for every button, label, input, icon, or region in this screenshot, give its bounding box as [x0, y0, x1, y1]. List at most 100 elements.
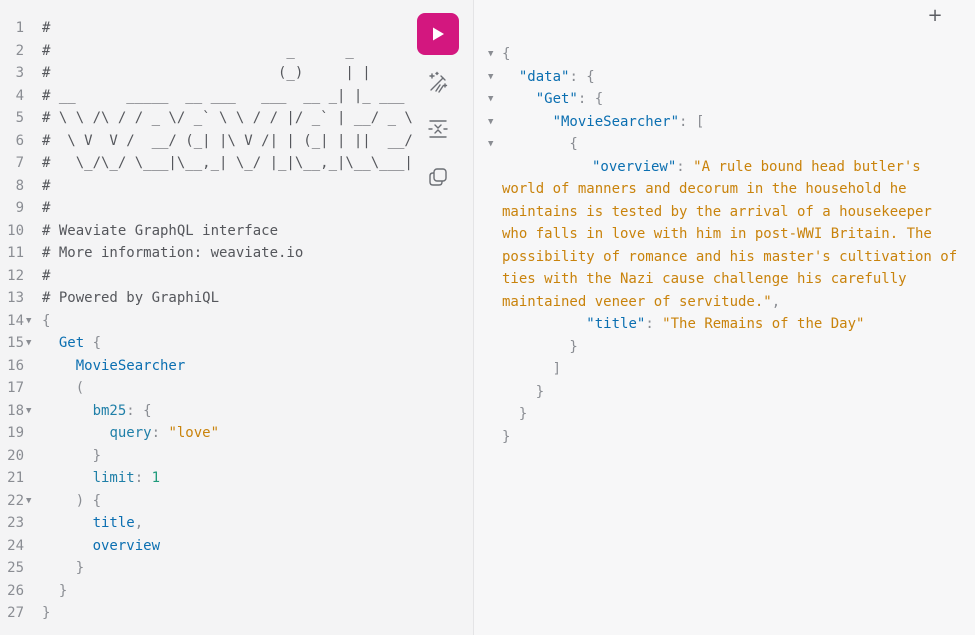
- result-line-code: "MovieSearcher": [: [502, 111, 705, 134]
- editor-line[interactable]: 8 #: [0, 175, 420, 198]
- query-editor-pane[interactable]: 1 #2 # _ _ 3 # (_) | | 4 # __ _____ __ ___ ___…: [0, 0, 474, 635]
- fold-toggle-icon[interactable]: ▼: [488, 133, 493, 156]
- code-token: 1: [151, 470, 161, 486]
- fold-toggle-icon[interactable]: ▼: [488, 43, 493, 66]
- result-line-code: }: [502, 336, 578, 359]
- json-token: : {: [569, 68, 595, 85]
- copy-query-button[interactable]: [421, 160, 455, 194]
- fold-toggle-icon[interactable]: ▼: [488, 88, 493, 111]
- result-line: }: [474, 336, 975, 359]
- editor-line[interactable]: 5 # \ \ /\ / / _ \/ _` \ \ / / |/ _` | __…: [0, 107, 420, 130]
- fold-toggle-icon[interactable]: ▼: [488, 111, 493, 134]
- line-code: # Powered by GraphiQL: [42, 287, 219, 310]
- code-token: : {: [126, 402, 152, 419]
- json-token: "data": [518, 68, 570, 85]
- result-viewer[interactable]: ▼{▼ "data": {▼ "Get": {▼ "MovieSearcher"…: [474, 43, 975, 448]
- line-code: query: "love": [42, 422, 219, 445]
- line-code: # \_/\_/ \___|\__,_| \_/ |_|\__,_|\__\__…: [42, 152, 413, 175]
- editor-line[interactable]: 2 # _ _: [0, 40, 420, 63]
- line-code: title,: [42, 512, 144, 535]
- json-token: : {: [577, 91, 604, 107]
- line-code: }: [42, 602, 50, 625]
- line-code: #: [42, 175, 50, 198]
- run-query-button[interactable]: [417, 13, 459, 55]
- editor-line[interactable]: 18 ▼ bm25: {: [0, 400, 420, 423]
- editor-line[interactable]: 11 # More information: weaviate.io: [0, 242, 420, 265]
- result-line-code: {: [502, 43, 510, 66]
- result-line-code: "data": {: [502, 66, 595, 89]
- editor-line[interactable]: 14 ▼ {: [0, 310, 420, 333]
- line-code: # __ _____ __ ___ ___ __ _| |_ ___: [42, 85, 404, 108]
- line-number: 4: [15, 87, 24, 104]
- json-token: "Get": [535, 91, 578, 107]
- fold-toggle-icon[interactable]: ▼: [488, 66, 493, 89]
- fold-toggle-icon[interactable]: ▼: [26, 332, 31, 355]
- editor-line[interactable]: 7 # \_/\_/ \___|\__,_| \_/ |_|\__,_|\__\_…: [0, 152, 420, 175]
- line-code: }: [42, 580, 67, 603]
- line-number: 12: [7, 267, 24, 284]
- code-token: # (_) | |: [42, 65, 371, 81]
- line-number: 2: [15, 42, 24, 59]
- line-code: limit: 1: [42, 467, 160, 490]
- editor-line[interactable]: 22 ▼ ) {: [0, 490, 420, 513]
- copy-icon: [429, 168, 447, 186]
- editor-line[interactable]: 25 }: [0, 557, 420, 580]
- fold-toggle-icon[interactable]: ▼: [26, 400, 31, 423]
- line-number: 6: [15, 132, 24, 149]
- editor-line[interactable]: 20 }: [0, 445, 420, 468]
- editor-line[interactable]: 10 # Weaviate GraphQL interface: [0, 220, 420, 243]
- code-token: # _ _: [42, 42, 354, 59]
- code-token: query: [109, 425, 152, 441]
- editor-line[interactable]: 17 (: [0, 377, 420, 400]
- line-number: 13: [7, 290, 24, 306]
- editor-line[interactable]: 4 # __ _____ __ ___ ___ __ _| |_ ___: [0, 85, 420, 108]
- merge-fragments-button[interactable]: [421, 112, 455, 146]
- result-line: ▼{: [474, 43, 975, 66]
- editor-line[interactable]: 23 title,: [0, 512, 420, 535]
- line-code: {: [42, 310, 50, 333]
- overview-key: "overview": [592, 158, 677, 175]
- line-code: # More information: weaviate.io: [42, 242, 303, 265]
- line-number: 1: [15, 20, 24, 36]
- overview-value: "A rule bound head butler's world of man…: [502, 158, 958, 310]
- line-code: Get {: [42, 332, 101, 355]
- code-token: # \_/\_/ \___|\__,_| \_/ |_|\__,_|\__\__…: [42, 155, 413, 171]
- editor-line[interactable]: 26 }: [0, 580, 420, 603]
- editor-line[interactable]: 1 #: [0, 17, 420, 40]
- line-number: 16: [7, 357, 24, 374]
- code-token: limit: [92, 470, 135, 486]
- code-token: {: [84, 335, 102, 351]
- result-line-code: ]: [502, 358, 561, 381]
- add-tab-button[interactable]: +: [925, 6, 945, 26]
- editor-line[interactable]: 19 query: "love": [0, 422, 420, 445]
- json-token: {: [502, 46, 511, 62]
- editor-line[interactable]: 15 ▼ Get {: [0, 332, 420, 355]
- editor-line[interactable]: 9 #: [0, 197, 420, 220]
- code-token: (: [42, 380, 85, 396]
- editor-line[interactable]: 6 # \ V V / __/ (_| |\ V /| | (_| | || __…: [0, 130, 420, 153]
- editor-line[interactable]: 16 MovieSearcher: [0, 355, 420, 378]
- line-number: 10: [7, 222, 24, 239]
- editor-line[interactable]: 24 overview: [0, 535, 420, 558]
- fold-toggle-icon[interactable]: ▼: [26, 310, 31, 333]
- json-token: {: [502, 136, 578, 152]
- code-token: bm25: [92, 402, 127, 419]
- query-editor[interactable]: 1 #2 # _ _ 3 # (_) | | 4 # __ _____ __ ___ ___…: [0, 17, 420, 625]
- editor-line[interactable]: 12 #: [0, 265, 420, 288]
- line-code: MovieSearcher: [42, 355, 186, 378]
- line-code: }: [42, 557, 84, 580]
- json-token: }: [502, 338, 578, 355]
- json-token: }: [502, 406, 528, 422]
- editor-line[interactable]: 3 # (_) | |: [0, 62, 420, 85]
- editor-line[interactable]: 27}: [0, 602, 420, 625]
- json-colon: :: [676, 158, 694, 175]
- code-token: MovieSearcher: [75, 357, 186, 374]
- prettify-button[interactable]: [421, 65, 455, 99]
- editor-line[interactable]: 13 # Powered by GraphiQL: [0, 287, 420, 310]
- fold-toggle-icon[interactable]: ▼: [26, 490, 31, 513]
- editor-line[interactable]: 21 limit: 1: [0, 467, 420, 490]
